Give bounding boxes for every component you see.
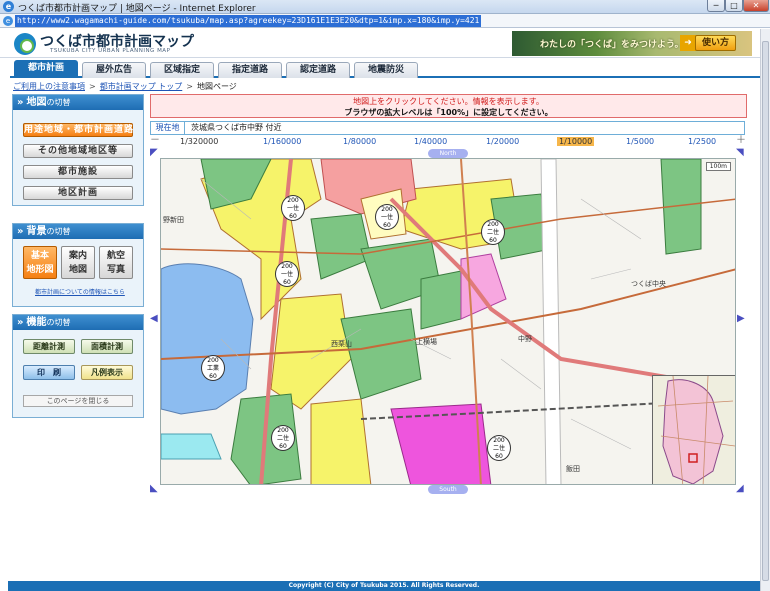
district-plan-button[interactable]: 地区計画	[23, 186, 133, 200]
url-field[interactable]: http://www2.wagamachi-guide.com/tsukuba/…	[15, 15, 482, 27]
tab-outdoor-ads[interactable]: 屋外広告	[82, 62, 146, 78]
chevron-right-icon: »	[17, 97, 24, 108]
bg-topographic-button[interactable]: 基本 地形図	[23, 246, 57, 279]
ie-icon: e	[3, 1, 14, 12]
site-header: つくば市都市計画マップ TSUKUBA CITY URBAN PLANNING …	[0, 28, 770, 58]
site-subtitle: TSUKUBA CITY URBAN PLANNING MAP	[50, 48, 171, 54]
breadcrumb-current: 地図ページ	[196, 82, 237, 91]
zoom-in-button[interactable]: ＋	[736, 136, 746, 146]
zone-label: 200 一住 60	[375, 204, 399, 230]
chevron-right-icon: »	[17, 226, 24, 237]
scale-selector: － 1/320000 1/160000 1/80000 1/40000 1/20…	[150, 136, 746, 148]
window-title: つくば市都市計画マップ | 地図ページ - Internet Explorer	[18, 4, 256, 14]
breadcrumb: ご利用上の注意事項 > 都市計画マップ トップ > 地図ページ	[13, 82, 237, 91]
map-graphics	[161, 159, 735, 484]
tab-designated-roads[interactable]: 指定道路	[218, 62, 282, 78]
favicon-icon: e	[3, 16, 13, 26]
place-label: 西栗山	[331, 340, 352, 348]
tsukuba-logo-icon[interactable]	[14, 33, 36, 55]
pan-southwest-icon[interactable]: ◣	[150, 484, 158, 494]
window-titlebar: e つくば市都市計画マップ | 地図ページ - Internet Explore…	[0, 0, 770, 14]
place-label: 野新田	[163, 216, 184, 224]
zone-label: 200 一住 60	[275, 261, 299, 287]
zone-label: 200 工業 60	[201, 355, 225, 381]
scale-option[interactable]: 1/40000	[414, 137, 447, 146]
scale-option[interactable]: 1/160000	[263, 137, 301, 146]
legend-button[interactable]: 凡例表示	[81, 365, 133, 380]
scale-option[interactable]: 1/2500	[688, 137, 716, 146]
area-measure-button[interactable]: 面積計測	[81, 339, 133, 354]
scale-option-selected[interactable]: 1/10000	[557, 137, 595, 146]
close-page-button[interactable]: このページを閉じる	[23, 395, 133, 407]
banner-text: わたしの「つくば」をみつけよう。	[540, 40, 684, 50]
minimap-graphics	[653, 376, 735, 484]
howto-button[interactable]: 使い方	[694, 35, 736, 51]
tab-urban-planning[interactable]: 都市計画	[14, 60, 78, 78]
planning-map[interactable]: 100m 200 一住 60 200 一住 60 200 二住 60 200 一住 60 200…	[160, 158, 736, 485]
map-frame: ◤ ◥ ◣ ◢ ◀ ▶ North South 100m 200 一住 60 2…	[150, 148, 746, 494]
vertical-scrollbar[interactable]	[760, 29, 770, 591]
pan-northwest-icon[interactable]: ◤	[150, 148, 158, 158]
land-use-button[interactable]: 用途地域・都市計画道路	[23, 123, 133, 137]
scale-option[interactable]: 1/320000	[180, 137, 218, 146]
zoom-out-button[interactable]: －	[150, 136, 160, 146]
minimize-button[interactable]: ─	[707, 0, 725, 12]
zone-label: 200 二住 60	[487, 435, 511, 461]
current-location-bar: 現在地 茨城県つくば市中野 付近	[150, 121, 745, 135]
bg-guide-map-button[interactable]: 案内 地図	[61, 246, 95, 279]
background-switch-heading: » 背景の切替	[13, 224, 143, 239]
arrow-right-icon: ➜	[680, 35, 696, 51]
address-bar: e http://www2.wagamachi-guide.com/tsukub…	[0, 14, 770, 28]
scale-option[interactable]: 1/5000	[626, 137, 654, 146]
instruction-notice: 地図上をクリックしてください。情報を表示します。 ブラウザの拡大レベルは「100…	[150, 94, 747, 118]
current-location-value: 茨城県つくば市中野 付近	[191, 123, 282, 132]
planning-info-link[interactable]: 都市計画についての情報はこちら	[35, 287, 125, 296]
place-label: つくば中央	[631, 280, 666, 288]
close-window-button[interactable]: ✕	[743, 0, 769, 12]
pan-southeast-icon[interactable]: ◢	[736, 484, 744, 494]
bg-aerial-photo-button[interactable]: 航空 写真	[99, 246, 133, 279]
main-tabs: 都市計画 屋外広告 区域指定 指定道路 認定道路 地震防災	[10, 60, 760, 78]
distance-measure-button[interactable]: 距離計測	[23, 339, 75, 354]
place-label: 中野	[518, 335, 532, 343]
maximize-button[interactable]: □	[725, 0, 743, 12]
tab-certified-roads[interactable]: 認定道路	[286, 62, 350, 78]
map-switch-panel: » 地図の切替 用途地域・都市計画道路 その他地域地区等 都市施設 地区計画	[12, 94, 144, 206]
urban-facilities-button[interactable]: 都市施設	[23, 165, 133, 179]
pan-northeast-icon[interactable]: ◥	[736, 148, 744, 158]
zone-label: 200 二住 60	[271, 425, 295, 451]
pan-east-icon[interactable]: ▶	[737, 314, 745, 324]
page-margin	[0, 29, 8, 591]
footer: Copyright (C) City of Tsukuba 2015. All …	[8, 581, 760, 591]
other-districts-button[interactable]: その他地域地区等	[23, 144, 133, 158]
background-switch-panel: » 背景の切替 基本 地形図 案内 地図 航空 写真 都市計画についての情報はこちら	[12, 223, 144, 307]
breadcrumb-notes-link[interactable]: ご利用上の注意事項	[13, 82, 85, 91]
functions-heading: » 機能の切替	[13, 315, 143, 330]
pan-north-button[interactable]: North	[428, 149, 468, 158]
tab-earthquake[interactable]: 地震防災	[354, 62, 418, 78]
place-label: 飯田	[566, 465, 580, 473]
breadcrumb-top-link[interactable]: 都市計画マップ トップ	[100, 82, 183, 91]
notice-click-instruction: 地図上をクリックしてください。情報を表示します。	[353, 97, 544, 106]
place-label: 上横場	[416, 338, 437, 346]
pan-south-button[interactable]: South	[428, 485, 468, 494]
scrollbar-thumb[interactable]	[762, 41, 769, 581]
tab-zone-designation[interactable]: 区域指定	[150, 62, 214, 78]
zone-label: 200 二住 60	[481, 219, 505, 245]
notice-zoom-instruction: ブラウザの拡大レベルは「100%」に設定してください。	[344, 108, 553, 117]
map-scale-badge: 100m	[705, 162, 731, 171]
map-switch-heading: » 地図の切替	[13, 95, 143, 110]
print-button[interactable]: 印 刷	[23, 365, 75, 380]
scale-option[interactable]: 1/80000	[343, 137, 376, 146]
zone-label: 200 一住 60	[281, 195, 305, 221]
overview-minimap[interactable]	[652, 375, 735, 484]
howto-banner[interactable]: わたしの「つくば」をみつけよう。 ➜ 使い方	[512, 31, 752, 56]
scale-option[interactable]: 1/20000	[486, 137, 519, 146]
chevron-right-icon: »	[17, 317, 24, 328]
functions-panel: » 機能の切替 距離計測 面積計測 印 刷 凡例表示 このページを閉じる	[12, 314, 144, 418]
pan-west-icon[interactable]: ◀	[150, 314, 158, 324]
current-location-label: 現在地	[151, 122, 185, 134]
